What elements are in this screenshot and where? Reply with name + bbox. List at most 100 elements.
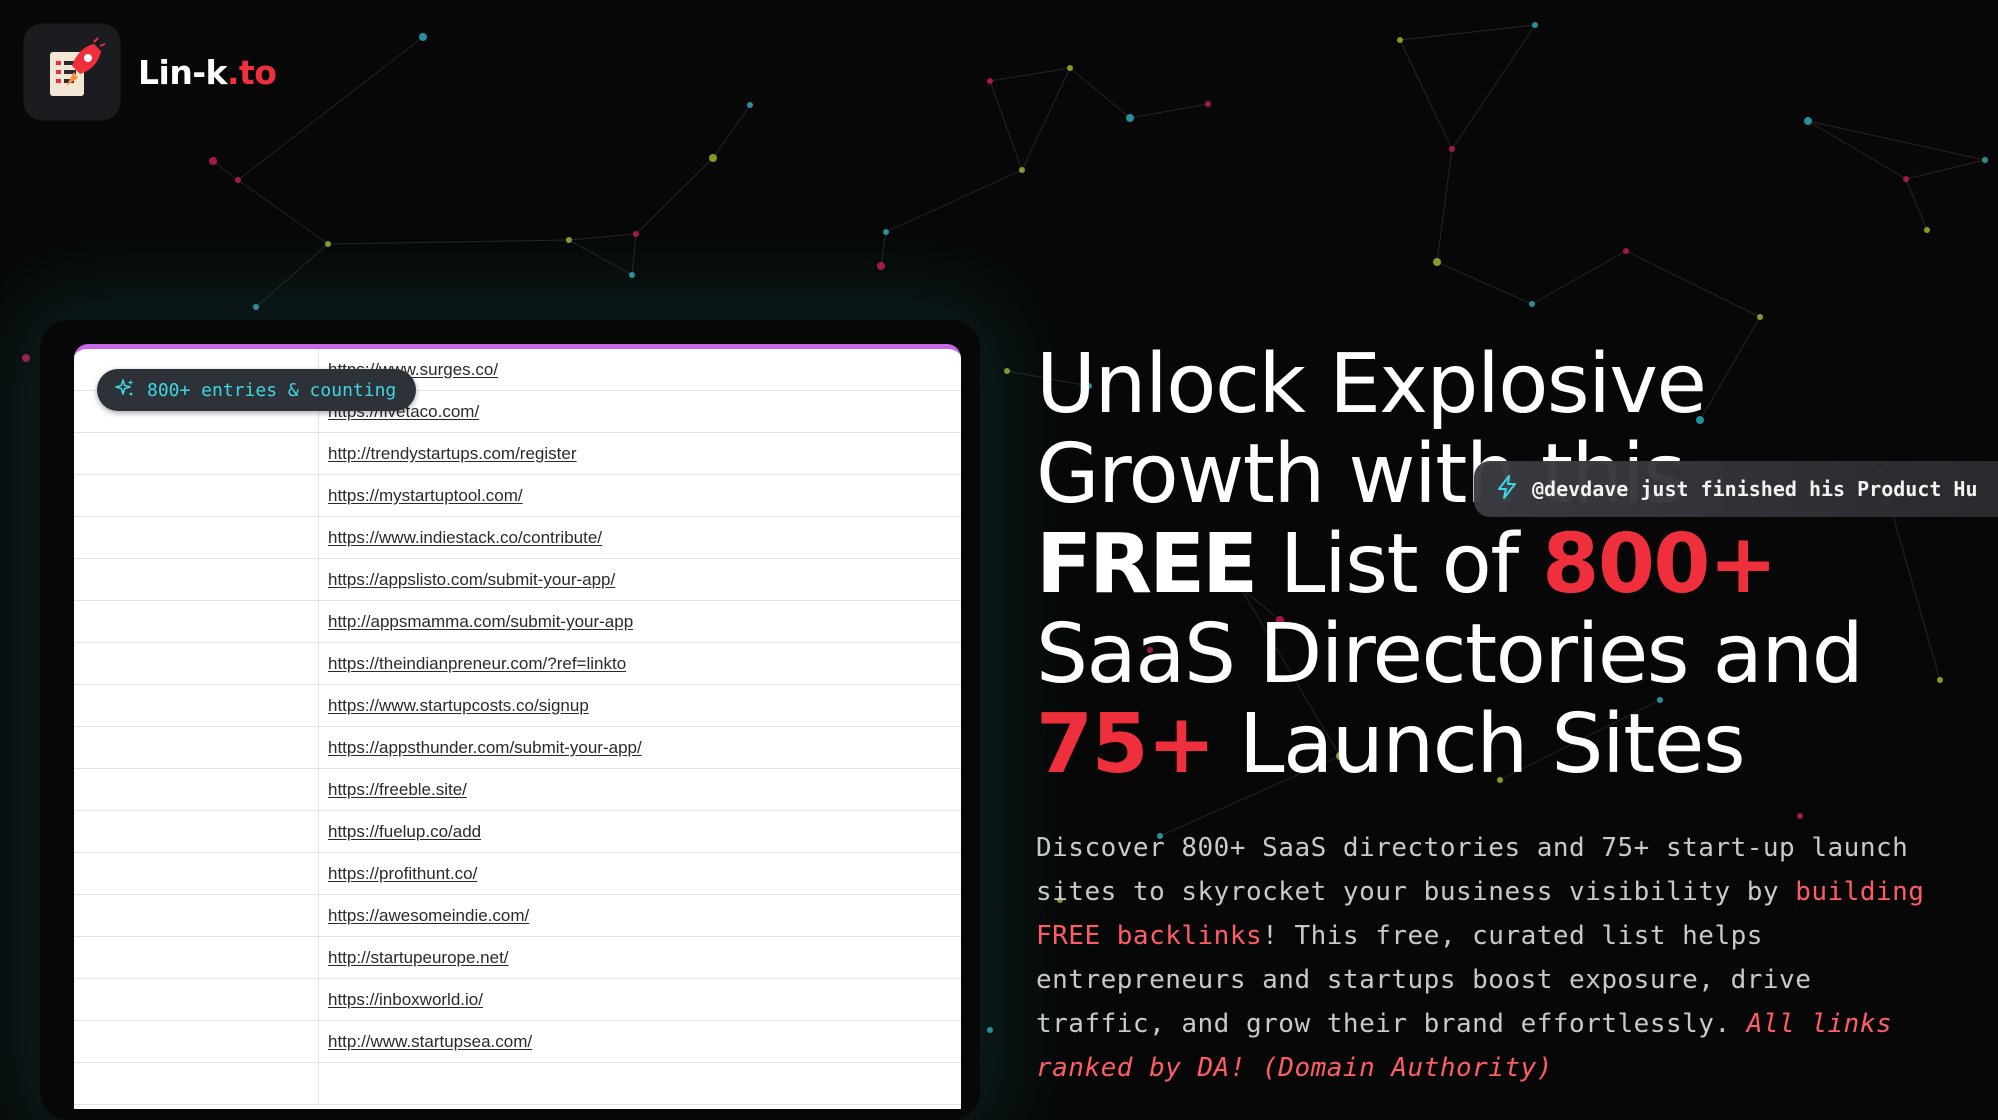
table-row: https://theindianpreneur.com/?ref=linkto [74,643,961,685]
network-node [709,154,717,162]
directory-link[interactable]: http://startupeurope.net/ [328,948,509,968]
network-edge [1399,24,1536,41]
network-edge [327,239,570,245]
network-node [883,229,889,235]
brand-logo[interactable]: Lin-k.to [24,24,277,120]
table-row: https://freeble.site/ [74,769,961,811]
table-cell-url: https://freeble.site/ [319,769,961,810]
activity-toast-text: @devdave just finished his Product Hu [1532,477,1978,501]
directory-link[interactable]: https://fuelup.co/add [328,822,481,842]
table-cell-empty [74,601,319,642]
network-edge [631,233,637,276]
table-cell-url: https://www.startupcosts.co/signup [319,685,961,726]
table-row: http://startupeurope.net/ [74,937,961,979]
network-node [1903,176,1909,182]
hero-launch-count: 75+ [1036,697,1216,792]
table-cell-empty [74,811,319,852]
table-row: http://appsmamma.com/submit-your-app [74,601,961,643]
brand-name: Lin-k.to [138,52,277,92]
directory-link[interactable]: http://www.startupsea.com/ [328,1032,532,1052]
directory-link[interactable]: https://inboxworld.io/ [328,990,483,1010]
network-node [747,102,753,108]
directory-link[interactable]: http://appsmamma.com/submit-your-app [328,612,633,632]
network-node [629,272,635,278]
brand-name-accent: .to [226,52,277,92]
network-node [633,231,639,237]
network-node [1205,101,1211,107]
table-row: https://profithunt.co/ [74,853,961,895]
table-row [74,1063,961,1105]
network-edge [712,104,751,159]
network-edge [635,157,714,235]
network-edge [1905,159,1986,180]
network-edge [1436,148,1453,263]
network-node [1804,117,1812,125]
table-cell-url: http://appsmamma.com/submit-your-app [319,601,961,642]
network-edge [1625,250,1761,318]
table-cell-url: https://profithunt.co/ [319,853,961,894]
directory-link[interactable]: https://www.indiestack.co/contribute/ [328,528,602,548]
network-edge [1807,120,1907,180]
table-cell-url: http://startupeurope.net/ [319,937,961,978]
network-edge [1807,120,1986,161]
table-cell-empty [74,475,319,516]
network-node [1797,813,1803,819]
directory-link[interactable]: https://freeble.site/ [328,780,467,800]
network-node [1529,301,1535,307]
table-cell-empty [74,517,319,558]
table-cell-url: https://mystartuptool.com/ [319,475,961,516]
directory-link[interactable]: http://trendystartups.com/register [328,444,577,464]
table-cell-empty [74,433,319,474]
directory-link[interactable]: https://appsthunder.com/submit-your-app/ [328,738,642,758]
network-edge [989,80,1023,171]
table-cell-empty [74,643,319,684]
directory-link[interactable]: https://profithunt.co/ [328,864,477,884]
description-part-1: Discover 800+ SaaS directories and 75+ s… [1036,833,1909,907]
network-edge [885,169,1023,233]
network-edge [1129,103,1209,119]
entries-badge: 800+ entries & counting [97,369,417,411]
network-edge [1531,250,1627,305]
network-edge [989,67,1071,82]
network-node [1004,368,1010,374]
directory-link[interactable]: https://appslisto.com/submit-your-app/ [328,570,615,590]
network-node [1067,65,1073,71]
network-node [1757,314,1763,320]
network-node [235,177,241,183]
table-cell-empty [74,559,319,600]
hero-title: Unlock Explosive Growth with this FREE L… [1036,340,1936,790]
directory-link[interactable]: https://mystartuptool.com/ [328,486,523,506]
table-cell-url [319,1063,961,1104]
table-cell-url: https://fivetaco.com/ [319,391,961,432]
table-cell-empty [74,895,319,936]
table-cell-empty [74,1021,319,1062]
network-node [325,241,331,247]
network-edge [212,160,239,181]
network-edge [1021,67,1071,171]
hero-line-4: SaaS Directories and [1036,607,1864,702]
network-edge [1436,261,1533,305]
hero-description: Discover 800+ SaaS directories and 75+ s… [1036,826,1936,1090]
table-row: http://trendystartups.com/register [74,433,961,475]
table-cell-url: https://fuelup.co/add [319,811,961,852]
network-edge [1399,39,1453,150]
directory-sheet: https://www.surges.co/https://fivetaco.c… [74,344,961,1109]
network-node [419,33,427,41]
lightning-icon [1496,474,1518,504]
network-node [987,78,993,84]
network-node [987,1027,993,1033]
table-row: http://www.startupsea.com/ [74,1021,961,1063]
directory-link[interactable]: https://awesomeindie.com/ [328,906,529,926]
table-cell-empty [74,937,319,978]
table-cell-empty [74,727,319,768]
table-cell-url: https://appsthunder.com/submit-your-app/ [319,727,961,768]
directory-link[interactable]: https://www.startupcosts.co/signup [328,696,589,716]
table-cell-url: https://awesomeindie.com/ [319,895,961,936]
directory-link[interactable]: https://theindianpreneur.com/?ref=linkto [328,654,626,674]
network-node [1019,167,1025,173]
table-cell-empty [74,769,319,810]
network-node [877,262,885,270]
table-cell-url: https://www.indiestack.co/contribute/ [319,517,961,558]
network-edge [1069,67,1131,119]
table-cell-url: https://appslisto.com/submit-your-app/ [319,559,961,600]
